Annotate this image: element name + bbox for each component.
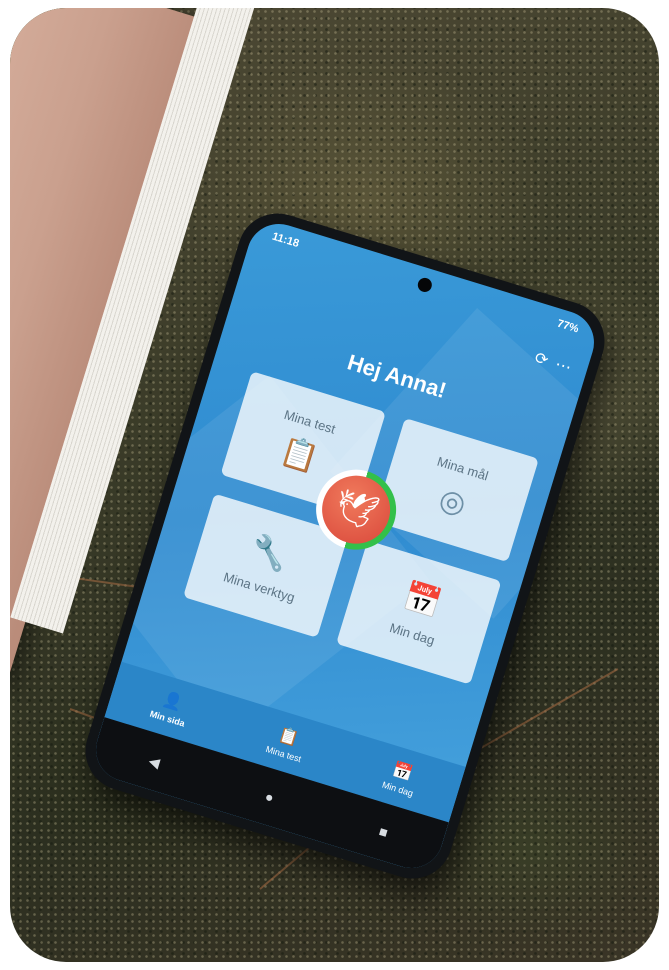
clipboard-icon: 📋 (276, 725, 301, 748)
status-battery: 77% (555, 317, 581, 336)
more-icon[interactable]: ⋯ (553, 354, 574, 378)
nav-label: Mina test (264, 743, 303, 764)
calendar-icon: 📅 (399, 579, 446, 622)
nav-item-mina-test[interactable]: 📋 Mina test (265, 722, 310, 764)
tile-label: Mina test (282, 406, 338, 437)
nav-item-min-sida[interactable]: 👤 Min sida (149, 686, 193, 728)
wrench-icon: 🔧 (246, 532, 293, 575)
calendar-icon: 📅 (390, 760, 415, 783)
back-icon[interactable]: ◀ (147, 752, 162, 771)
recents-icon[interactable]: ■ (377, 823, 390, 841)
clipboard-icon: 📋 (276, 434, 323, 477)
nav-label: Min sida (148, 708, 187, 729)
person-icon: 👤 (160, 690, 185, 713)
tile-label: Min dag (387, 620, 437, 648)
home-icon[interactable]: ● (263, 788, 276, 806)
photo-frame: 11:18 77% ⟳ ⋯ Hej Anna! Mina test 📋 Mina… (10, 8, 659, 962)
status-time: 11:18 (270, 230, 301, 251)
nav-item-min-dag[interactable]: 📅 Min dag (381, 757, 421, 798)
sync-icon[interactable]: ⟳ (532, 348, 551, 371)
tile-label: Mina mål (435, 453, 491, 484)
tile-label: Mina verktyg (221, 569, 297, 606)
target-icon: ◎ (435, 482, 470, 522)
